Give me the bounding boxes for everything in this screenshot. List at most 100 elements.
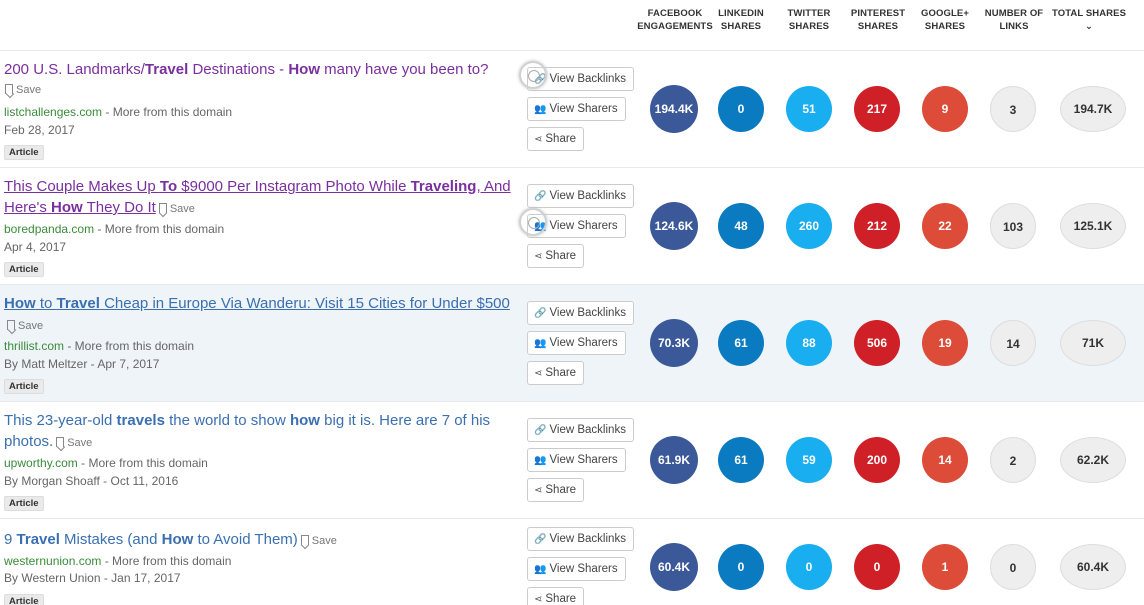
view-sharers-button[interactable]: 👥 View Sharers xyxy=(527,331,626,355)
button-label: View Sharers xyxy=(549,220,618,232)
facebook-engagements-count[interactable]: 124.6K xyxy=(650,202,698,250)
twitter-shares-count[interactable]: 88 xyxy=(786,320,832,366)
facebook-engagements-count[interactable]: 70.3K xyxy=(650,319,698,367)
total-shares-count: 60.4K xyxy=(1060,544,1126,590)
title-keyword: Travel xyxy=(16,531,60,548)
pinterest-shares-count[interactable]: 212 xyxy=(854,203,900,249)
column-header-pinterest[interactable]: PINTEREST SHARES xyxy=(847,7,909,33)
button-label: View Backlinks xyxy=(549,190,626,202)
button-label: Share xyxy=(545,484,577,496)
pinterest-shares-count[interactable]: 200 xyxy=(854,437,900,483)
total-shares-count: 71K xyxy=(1060,320,1126,366)
googleplus-shares-count[interactable]: 9 xyxy=(922,86,968,132)
pinterest-shares-count[interactable]: 506 xyxy=(854,320,900,366)
share-button[interactable]: ⋖ Share xyxy=(527,361,585,385)
domain-link[interactable]: westernunion.com xyxy=(4,554,101,568)
more-from-domain-link[interactable]: - More from this domain xyxy=(102,105,232,119)
column-header-linkedin[interactable]: LINKEDIN SHARES xyxy=(712,7,770,33)
result-title-link[interactable]: 200 U.S. Landmarks/Travel Destinations -… xyxy=(4,59,514,80)
view-backlinks-button[interactable]: 🔗 View Backlinks xyxy=(527,527,634,551)
more-from-domain-link[interactable]: - More from this domain xyxy=(94,222,224,236)
view-sharers-button[interactable]: 👥 View Sharers xyxy=(527,448,626,472)
save-link[interactable]: Save xyxy=(53,433,92,454)
title-keyword: To xyxy=(159,178,178,195)
domain-link[interactable]: boredpanda.com xyxy=(4,222,94,236)
save-link[interactable]: Save xyxy=(298,531,337,552)
column-header-total-shares[interactable]: TOTAL SHARES ⌄ xyxy=(1050,7,1128,33)
content-type-badge: Article xyxy=(4,594,44,605)
share-button[interactable]: ⋖ Share xyxy=(527,127,585,151)
title-text: Cheap in Europe Via Wanderu: Visit 15 Ci… xyxy=(99,295,510,312)
link-icon: 🔗 xyxy=(534,191,547,202)
link-icon: 🔗 xyxy=(534,534,547,545)
pinterest-shares-count[interactable]: 0 xyxy=(854,544,900,590)
result-title-link[interactable]: 9 Travel Mistakes (and How to Avoid Them… xyxy=(4,529,514,552)
column-header-googleplus[interactable]: GOOGLE+ SHARES xyxy=(917,7,973,33)
googleplus-shares-count[interactable]: 19 xyxy=(922,320,968,366)
more-from-domain-link[interactable]: - More from this domain xyxy=(64,339,194,353)
more-from-domain-link[interactable]: - More from this domain xyxy=(78,456,208,470)
linkedin-shares-count[interactable]: 0 xyxy=(718,544,764,590)
number-of-links-count[interactable]: 2 xyxy=(990,437,1036,483)
bookmark-icon xyxy=(300,535,309,545)
save-label: Save xyxy=(311,535,337,547)
googleplus-shares-count[interactable]: 1 xyxy=(922,544,968,590)
view-sharers-button[interactable]: 👥 View Sharers xyxy=(527,557,626,581)
twitter-shares-count[interactable]: 51 xyxy=(786,86,832,132)
view-backlinks-button[interactable]: 🔗 View Backlinks xyxy=(527,418,634,442)
share-icon: ⋖ xyxy=(534,594,543,605)
column-header-links[interactable]: NUMBER OF LINKS xyxy=(982,7,1046,33)
share-icon: ⋖ xyxy=(534,485,543,496)
save-link[interactable]: Save xyxy=(2,84,41,96)
result-title-link[interactable]: This 23-year-old travels the world to sh… xyxy=(4,410,514,454)
twitter-shares-count[interactable]: 260 xyxy=(786,203,832,249)
save-link[interactable]: Save xyxy=(4,316,43,337)
number-of-links-count[interactable]: 14 xyxy=(990,320,1036,366)
share-icon: ⋖ xyxy=(534,368,543,379)
twitter-shares-count[interactable]: 0 xyxy=(786,544,832,590)
pinterest-shares-count[interactable]: 217 xyxy=(854,86,900,132)
number-of-links-count[interactable]: 0 xyxy=(990,544,1036,590)
facebook-engagements-count[interactable]: 61.9K xyxy=(650,436,698,484)
view-backlinks-button[interactable]: 🔗 View Backlinks xyxy=(527,301,634,325)
result-row: This Couple Makes Up To $9000 Per Instag… xyxy=(0,167,1144,284)
share-icon: ⋖ xyxy=(534,134,543,145)
number-of-links-count[interactable]: 3 xyxy=(990,86,1036,132)
view-sharers-button[interactable]: 👥 View Sharers xyxy=(527,97,626,121)
googleplus-shares-count[interactable]: 22 xyxy=(922,203,968,249)
column-header-twitter[interactable]: TWITTER SHARES xyxy=(780,7,838,33)
title-keyword: how xyxy=(289,412,320,429)
result-title-link[interactable]: This Couple Makes Up To $9000 Per Instag… xyxy=(4,176,514,220)
result-title-link[interactable]: How to Travel Cheap in Europe Via Wander… xyxy=(4,293,514,337)
save-label: Save xyxy=(169,203,195,215)
linkedin-shares-count[interactable]: 48 xyxy=(718,203,764,249)
button-label: View Backlinks xyxy=(549,533,626,545)
more-from-domain-link[interactable]: - More from this domain xyxy=(101,554,232,568)
save-link[interactable]: Save xyxy=(156,199,195,220)
view-backlinks-button[interactable]: 🔗 View Backlinks xyxy=(527,184,634,208)
button-label: View Sharers xyxy=(549,454,618,466)
share-button[interactable]: ⋖ Share xyxy=(527,478,585,502)
total-shares-count: 125.1K xyxy=(1060,203,1126,249)
title-text: This Couple Makes Up xyxy=(4,178,160,195)
domain-link[interactable]: listchallenges.com xyxy=(4,105,102,119)
domain-link[interactable]: thrillist.com xyxy=(4,339,64,353)
linkedin-shares-count[interactable]: 0 xyxy=(718,86,764,132)
googleplus-shares-count[interactable]: 14 xyxy=(922,437,968,483)
facebook-engagements-count[interactable]: 60.4K xyxy=(650,543,698,591)
link-icon: 🔗 xyxy=(534,308,547,319)
share-button[interactable]: ⋖ Share xyxy=(527,587,585,605)
content-type-badge: Article xyxy=(4,379,44,394)
result-author-date: By Matt Meltzer - Apr 7, 2017 xyxy=(4,357,160,371)
title-keyword: How xyxy=(51,199,83,216)
domain-link[interactable]: upworthy.com xyxy=(4,456,78,470)
number-of-links-count[interactable]: 103 xyxy=(990,203,1036,249)
save-label: Save xyxy=(67,437,93,449)
twitter-shares-count[interactable]: 59 xyxy=(786,437,832,483)
facebook-engagements-count[interactable]: 194.4K xyxy=(650,85,698,133)
share-button[interactable]: ⋖ Share xyxy=(527,244,585,268)
linkedin-shares-count[interactable]: 61 xyxy=(718,437,764,483)
column-header-facebook[interactable]: FACEBOOK ENGAGEMENTS xyxy=(636,7,714,33)
result-source: listchallenges.com - More from this doma… xyxy=(4,104,232,120)
linkedin-shares-count[interactable]: 61 xyxy=(718,320,764,366)
